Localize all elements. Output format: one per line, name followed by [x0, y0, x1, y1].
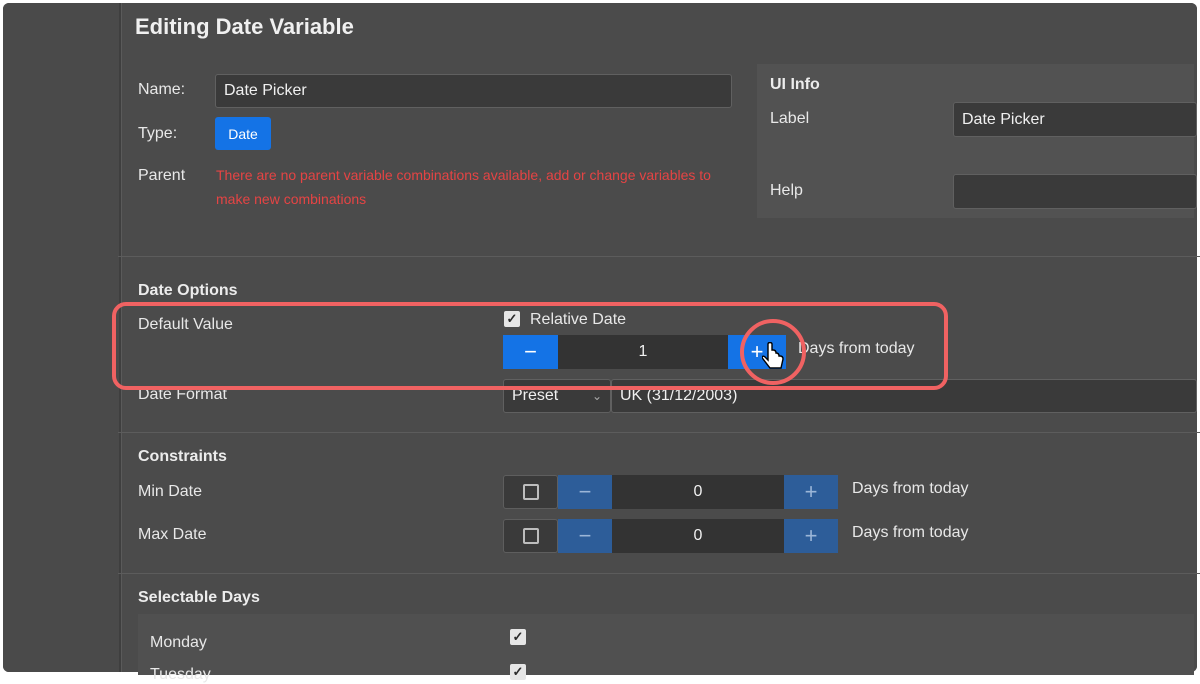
hand-pointer-icon [762, 342, 784, 369]
min-decrement-button[interactable]: − [558, 475, 612, 509]
parent-label: Parent [138, 167, 186, 184]
day-checkbox-monday[interactable]: ✓ [510, 629, 526, 645]
day-label-monday: Monday [150, 634, 207, 651]
name-input-value: Date Picker [224, 82, 307, 99]
left-sidebar [3, 3, 119, 672]
section-divider [118, 256, 1200, 257]
max-date-label: Max Date [138, 526, 207, 543]
type-label: Type: [138, 125, 178, 142]
type-badge: Date [215, 117, 271, 150]
max-date-input[interactable]: 0 [612, 519, 784, 553]
help-input[interactable] [953, 174, 1197, 209]
help-label: Help [770, 182, 803, 199]
highlight-annotation [112, 302, 948, 390]
name-label: Name: [138, 81, 186, 98]
ui-label-input[interactable]: Date Picker [953, 102, 1197, 137]
max-date-enable[interactable] [503, 519, 558, 553]
selectable-days-heading: Selectable Days [138, 589, 260, 606]
day-label-tuesday: Tuesday [150, 666, 211, 683]
chevron-down-icon: ⌄ [591, 389, 602, 403]
min-days-suffix: Days from today [852, 480, 969, 497]
max-days-suffix: Days from today [852, 524, 969, 541]
selectable-days-list [138, 614, 1194, 675]
section-divider [118, 573, 1200, 574]
constraints-heading: Constraints [138, 448, 227, 465]
ui-label-input-value: Date Picker [962, 110, 1045, 128]
section-divider [118, 432, 1200, 433]
parent-error-message: There are no parent variable combination… [216, 167, 711, 207]
date-options-heading: Date Options [138, 282, 238, 299]
min-increment-button[interactable]: + [784, 475, 838, 509]
ui-label-label: Label [770, 110, 810, 127]
ui-info-heading: UI Info [770, 76, 820, 93]
day-checkbox-tuesday[interactable]: ✓ [510, 664, 526, 680]
min-date-input[interactable]: 0 [612, 475, 784, 509]
max-increment-button[interactable]: + [784, 519, 838, 553]
max-decrement-button[interactable]: − [558, 519, 612, 553]
page-title: Editing Date Variable [135, 14, 354, 39]
name-input[interactable]: Date Picker [215, 74, 732, 108]
min-date-label: Min Date [138, 483, 203, 500]
min-date-enable[interactable] [503, 475, 558, 509]
min-date-checkbox[interactable] [522, 484, 539, 500]
max-date-checkbox[interactable] [522, 528, 539, 544]
